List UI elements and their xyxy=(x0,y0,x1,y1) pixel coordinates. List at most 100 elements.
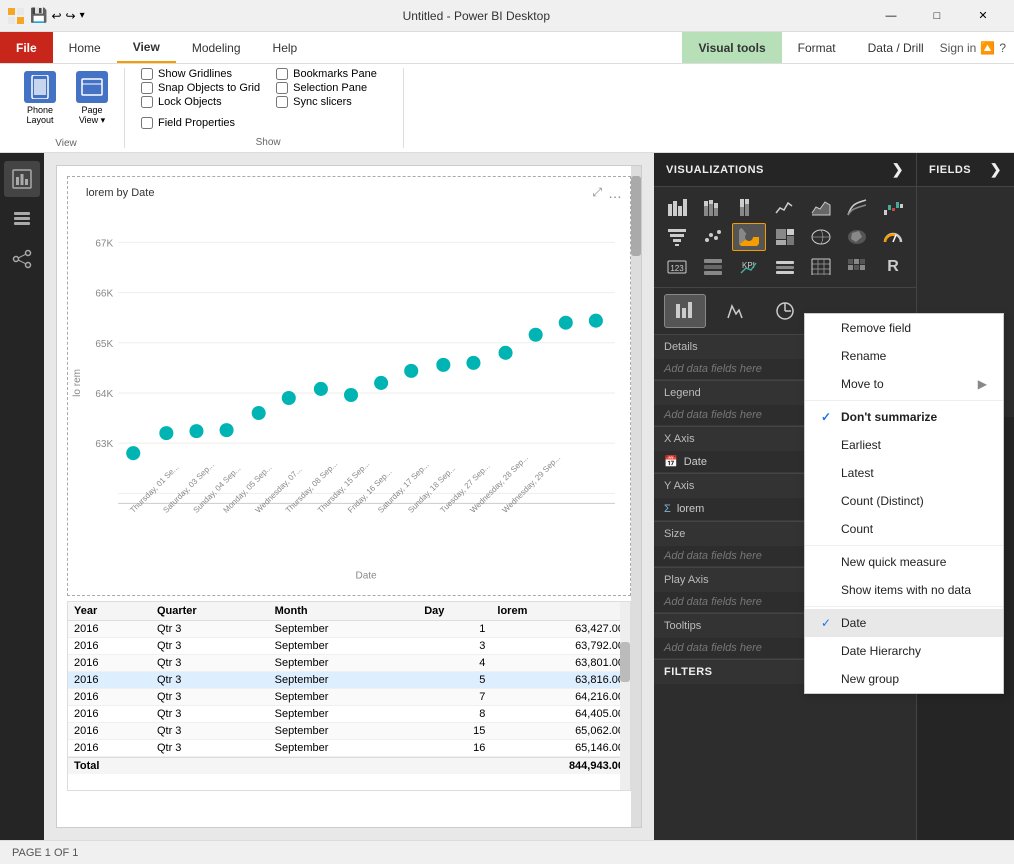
viz-map[interactable] xyxy=(804,223,838,251)
tab-data-drill[interactable]: Data / Drill xyxy=(852,32,940,63)
viz-r-script[interactable]: R xyxy=(876,253,910,281)
viz-treemap[interactable] xyxy=(768,223,802,251)
canvas-inner: lorem by Date ⤢ … xyxy=(56,165,642,828)
context-separator-2 xyxy=(805,545,1003,546)
viz-gauge[interactable] xyxy=(876,223,910,251)
context-date[interactable]: ✓ Date xyxy=(805,609,1003,637)
viz-filled-map[interactable] xyxy=(840,223,874,251)
viz-pie-chart[interactable] xyxy=(732,223,766,251)
chart-container[interactable]: lorem by Date ⤢ … xyxy=(67,176,631,596)
context-date-hierarchy[interactable]: Date Hierarchy xyxy=(805,637,1003,665)
chart-svg: 67K 66K 65K 64K 63K lo rem Thursday, 01 … xyxy=(68,209,630,597)
context-dont-summarize[interactable]: ✓ Don't summarize xyxy=(805,403,1003,431)
minimize-button[interactable]: — xyxy=(868,0,914,32)
col-lorem[interactable]: lorem xyxy=(491,602,630,621)
show-gridlines-checkbox[interactable]: Show Gridlines xyxy=(141,68,260,80)
page-view-button[interactable]: PageView ▾ xyxy=(68,67,116,130)
viz-waterfall[interactable] xyxy=(876,193,910,221)
table-row[interactable]: 2016Qtr 3September1665,146.00 xyxy=(68,740,630,757)
sidebar-icon-report[interactable] xyxy=(4,161,40,197)
visualizations-arrow[interactable]: ❯ xyxy=(892,161,904,178)
table-row[interactable]: 2016Qtr 3September463,801.00 xyxy=(68,655,630,672)
tab-file[interactable]: File xyxy=(0,32,53,63)
viz-funnel[interactable] xyxy=(660,223,694,251)
tab-format[interactable]: Format xyxy=(782,32,852,63)
col-year[interactable]: Year xyxy=(68,602,151,621)
sidebar-icon-data[interactable] xyxy=(4,201,40,237)
field-properties-checkbox[interactable]: Field Properties xyxy=(141,117,235,129)
viz-area-chart[interactable] xyxy=(804,193,838,221)
selection-pane-checkbox[interactable]: Selection Pane xyxy=(276,82,395,94)
svg-text:63K: 63K xyxy=(95,439,113,450)
viz-card[interactable]: 123 xyxy=(660,253,694,281)
viz-kpi[interactable]: KPI xyxy=(732,253,766,281)
table-row[interactable]: 2016Qtr 3September563,816.00 xyxy=(68,672,630,689)
sync-slicers-checkbox[interactable]: Sync slicers xyxy=(276,96,395,108)
viz-bar-chart[interactable] xyxy=(660,193,694,221)
col-month[interactable]: Month xyxy=(269,602,419,621)
viz-line-chart[interactable] xyxy=(768,193,802,221)
format-icon[interactable] xyxy=(714,294,756,328)
save-icon[interactable]: 💾 xyxy=(30,7,47,24)
sign-in[interactable]: Sign in xyxy=(940,41,977,55)
fields-icon[interactable] xyxy=(664,294,706,328)
context-latest[interactable]: Latest xyxy=(805,459,1003,487)
context-new-group[interactable]: New group xyxy=(805,665,1003,693)
table-row[interactable]: 2016Qtr 3September864,405.00 xyxy=(68,706,630,723)
undo-icon[interactable]: ↩ xyxy=(51,9,61,23)
app-title: Untitled - Power BI Desktop xyxy=(85,9,868,23)
data-table: Year Quarter Month Day lorem 2016Qtr 3Se… xyxy=(68,602,630,757)
context-remove-field[interactable]: Remove field xyxy=(805,314,1003,342)
table-row[interactable]: 2016Qtr 3September163,427.00 xyxy=(68,621,630,638)
redo-icon[interactable]: ↪ xyxy=(66,9,76,23)
tab-modeling[interactable]: Modeling xyxy=(176,32,257,63)
total-row: Total 844,943.00 xyxy=(68,757,630,774)
col-day[interactable]: Day xyxy=(418,602,491,621)
window-controls: — □ ✕ xyxy=(868,0,1006,32)
svg-text:Date: Date xyxy=(355,571,377,582)
phone-layout-button[interactable]: PhoneLayout xyxy=(16,67,64,130)
lock-objects-checkbox[interactable]: Lock Objects xyxy=(141,96,260,108)
view-group-label: View xyxy=(16,134,116,149)
canvas-area: lorem by Date ⤢ … xyxy=(44,153,654,840)
analytics-icon[interactable] xyxy=(764,294,806,328)
context-move-to[interactable]: Move to ▶ xyxy=(805,370,1003,398)
context-show-no-data[interactable]: Show items with no data xyxy=(805,576,1003,604)
viz-stacked-bar[interactable] xyxy=(696,193,730,221)
tab-home[interactable]: Home xyxy=(53,32,117,63)
context-rename[interactable]: Rename xyxy=(805,342,1003,370)
fields-arrow[interactable]: ❯ xyxy=(990,161,1002,178)
viz-slicer[interactable] xyxy=(768,253,802,281)
snap-objects-checkbox[interactable]: Snap Objects to Grid xyxy=(141,82,260,94)
viz-table[interactable] xyxy=(804,253,838,281)
sidebar-icon-model[interactable] xyxy=(4,241,40,277)
viz-matrix[interactable] xyxy=(840,253,874,281)
tab-visual-tools[interactable]: Visual tools xyxy=(682,32,781,63)
viz-100pct-bar[interactable] xyxy=(732,193,766,221)
chart-expand-icon[interactable]: ⤢ xyxy=(592,185,602,201)
context-count[interactable]: Count xyxy=(805,515,1003,543)
svg-text:123: 123 xyxy=(670,264,684,273)
context-earliest[interactable]: Earliest xyxy=(805,431,1003,459)
close-button[interactable]: ✕ xyxy=(960,0,1006,32)
table-row[interactable]: 2016Qtr 3September363,792.00 xyxy=(68,638,630,655)
tab-help[interactable]: Help xyxy=(257,32,314,63)
lorem-field-label: lorem xyxy=(677,503,705,515)
col-quarter[interactable]: Quarter xyxy=(151,602,269,621)
table-row[interactable]: 2016Qtr 3September764,216.00 xyxy=(68,689,630,706)
context-count-distinct[interactable]: Count (Distinct) xyxy=(805,487,1003,515)
show-group-label: Show xyxy=(141,133,395,148)
viz-ribbon-chart[interactable] xyxy=(840,193,874,221)
chart-more-icon[interactable]: … xyxy=(608,185,622,201)
visualizations-title: VISUALIZATIONS xyxy=(666,164,764,176)
maximize-button[interactable]: □ xyxy=(914,0,960,32)
viz-multirow-card[interactable] xyxy=(696,253,730,281)
total-value: 844,943.00 xyxy=(569,760,624,772)
ribbon-content: PhoneLayout PageView ▾ View Show Gridlin… xyxy=(0,64,1014,152)
context-new-quick-measure[interactable]: New quick measure xyxy=(805,548,1003,576)
right-panels: VISUALIZATIONS ❯ xyxy=(654,153,1014,840)
viz-scatter[interactable] xyxy=(696,223,730,251)
table-row[interactable]: 2016Qtr 3September1565,062.00 xyxy=(68,723,630,740)
bookmarks-pane-checkbox[interactable]: Bookmarks Pane xyxy=(276,68,395,80)
tab-view[interactable]: View xyxy=(117,32,176,63)
